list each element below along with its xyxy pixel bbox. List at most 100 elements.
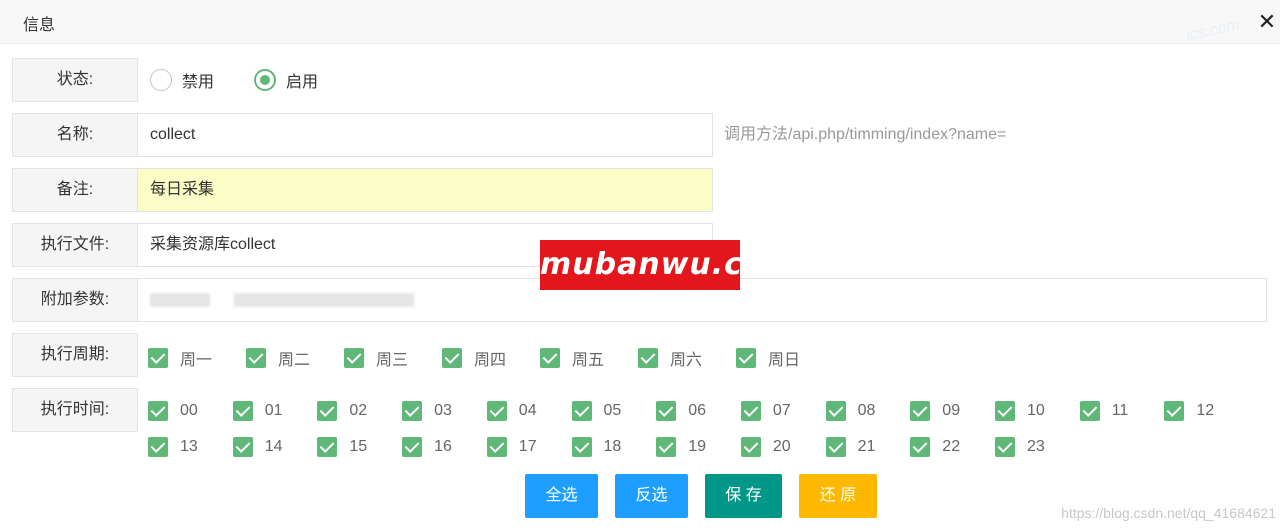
checkbox-checked-icon <box>148 348 168 368</box>
hour-checkbox-20[interactable]: 20 <box>740 437 791 457</box>
weekday-checkbox-4[interactable]: 周五 <box>540 346 604 370</box>
restore-button[interactable]: 还 原 <box>799 474 877 518</box>
checkbox-checked-icon <box>442 348 462 368</box>
checkbox-checked-icon <box>1164 401 1185 421</box>
hour-checkbox-14-label: 14 <box>264 438 283 455</box>
weekday-checkbox-6-label: 周日 <box>768 352 801 369</box>
hour-checkbox-08[interactable]: 08 <box>825 401 876 421</box>
weekday-checkbox-1[interactable]: 周二 <box>246 346 310 370</box>
hour-checkbox-05[interactable]: 05 <box>571 401 622 421</box>
hour-checkbox-21-label: 21 <box>857 438 876 455</box>
hour-checkbox-20-label: 20 <box>772 438 791 455</box>
hour-checkbox-08-label: 08 <box>857 402 876 419</box>
hour-checkbox-02-label: 02 <box>349 402 368 419</box>
status-enabled-label: 启用 <box>286 74 319 91</box>
weekday-checkbox-4-label: 周五 <box>572 352 605 369</box>
status-disabled-label: 禁用 <box>182 74 215 91</box>
close-icon[interactable]: ✕ <box>1254 10 1280 36</box>
hour-checkbox-03-label: 03 <box>434 402 452 419</box>
status-enabled-radio[interactable]: 启用 <box>254 68 318 92</box>
hour-checkbox-18-label: 18 <box>603 438 622 455</box>
weekdays-label: 执行周期: <box>12 333 138 377</box>
dialog-titlebar: 信息 ics.com ✕ <box>0 0 1280 44</box>
hour-checkbox-11-label: 11 <box>1111 402 1129 419</box>
checkbox-checked-icon <box>656 437 677 457</box>
hour-checkbox-02[interactable]: 02 <box>317 401 367 421</box>
hour-checkbox-17[interactable]: 17 <box>486 437 537 457</box>
hour-checkbox-07-label: 07 <box>772 402 791 419</box>
hour-checkbox-01[interactable]: 01 <box>232 401 283 421</box>
checkbox-checked-icon <box>740 401 761 421</box>
checkbox-checked-icon <box>571 401 592 421</box>
checkbox-checked-icon <box>638 348 658 368</box>
radio-off-icon <box>150 69 172 91</box>
weekday-checkbox-2[interactable]: 周三 <box>344 346 408 370</box>
status-radio-group: 禁用 启用 <box>150 68 358 92</box>
checkbox-checked-icon <box>571 437 592 457</box>
hour-checkbox-00[interactable]: 00 <box>148 401 198 421</box>
hour-checkbox-19[interactable]: 19 <box>656 437 706 457</box>
weekday-checkbox-2-label: 周三 <box>376 352 409 369</box>
checkbox-checked-icon <box>995 437 1015 457</box>
checkbox-checked-icon <box>486 401 507 421</box>
checkbox-checked-icon <box>540 348 560 368</box>
checkbox-checked-icon <box>402 437 423 457</box>
invert-selection-button[interactable]: 反选 <box>615 474 688 518</box>
weekday-checkbox-0[interactable]: 周一 <box>148 346 212 370</box>
checkbox-checked-icon <box>148 437 168 457</box>
dialog-title: 信息 <box>23 17 56 34</box>
hour-checkbox-05-label: 05 <box>603 402 622 419</box>
remark-input[interactable]: 每日采集 <box>137 168 713 212</box>
hour-checkbox-17-label: 17 <box>518 438 537 455</box>
name-input[interactable]: collect <box>137 113 713 157</box>
weekday-checkbox-3[interactable]: 周四 <box>442 346 506 370</box>
hours-label: 执行时间: <box>12 388 138 432</box>
corner-watermark: ics.com <box>1184 16 1242 45</box>
hour-checkbox-12[interactable]: 12 <box>1164 401 1214 421</box>
hour-checkbox-14[interactable]: 14 <box>232 437 283 457</box>
hour-checkbox-19-label: 19 <box>688 438 706 455</box>
remark-row: 备注: 每日采集 <box>12 168 713 212</box>
hour-checkbox-23[interactable]: 23 <box>995 437 1045 457</box>
hour-checkbox-12-label: 12 <box>1196 402 1215 419</box>
hour-checkbox-22[interactable]: 22 <box>910 437 960 457</box>
checkbox-checked-icon <box>910 437 931 457</box>
checkbox-checked-icon <box>317 401 338 421</box>
weekday-checkbox-3-label: 周四 <box>474 352 507 369</box>
hour-checkbox-09[interactable]: 09 <box>910 401 960 421</box>
hour-checkbox-04[interactable]: 04 <box>486 401 537 421</box>
hour-checkbox-13[interactable]: 13 <box>148 437 198 457</box>
status-disabled-radio[interactable]: 禁用 <box>150 68 214 92</box>
checkbox-checked-icon <box>246 348 266 368</box>
hour-checkbox-11[interactable]: 11 <box>1079 401 1129 421</box>
hour-checkbox-00-label: 00 <box>180 402 198 419</box>
hour-checkbox-18[interactable]: 18 <box>571 437 622 457</box>
hour-checkbox-16[interactable]: 16 <box>402 437 452 457</box>
hour-checkbox-06[interactable]: 06 <box>656 401 706 421</box>
radio-on-icon <box>254 69 277 91</box>
checkbox-checked-icon <box>402 401 423 421</box>
hour-checkbox-15[interactable]: 15 <box>317 437 367 457</box>
hour-checkbox-23-label: 23 <box>1027 438 1045 455</box>
checkbox-checked-icon <box>736 348 756 368</box>
checkbox-checked-icon <box>317 437 338 457</box>
weekday-checkbox-5[interactable]: 周六 <box>638 346 702 370</box>
name-row: 名称: collect 调用方法/api.php/timming/index?n… <box>12 113 1272 157</box>
hour-checkbox-13-label: 13 <box>180 438 198 455</box>
weekday-checkbox-0-label: 周一 <box>180 352 213 369</box>
hour-checkbox-21[interactable]: 21 <box>825 437 876 457</box>
checkbox-checked-icon <box>656 401 677 421</box>
checkbox-checked-icon <box>344 348 364 368</box>
checkbox-checked-icon <box>486 437 507 457</box>
hour-checkbox-01-label: 01 <box>264 402 283 419</box>
hour-checkbox-03[interactable]: 03 <box>402 401 452 421</box>
checkbox-checked-icon <box>232 437 253 457</box>
weekday-checkbox-6[interactable]: 周日 <box>736 346 800 370</box>
save-button[interactable]: 保 存 <box>705 474 782 518</box>
hour-checkbox-10[interactable]: 10 <box>995 401 1045 421</box>
name-label: 名称: <box>12 113 138 157</box>
checkbox-checked-icon <box>910 401 931 421</box>
checkbox-checked-icon <box>825 437 846 457</box>
hour-checkbox-07[interactable]: 07 <box>740 401 791 421</box>
select-all-button[interactable]: 全选 <box>525 474 598 518</box>
